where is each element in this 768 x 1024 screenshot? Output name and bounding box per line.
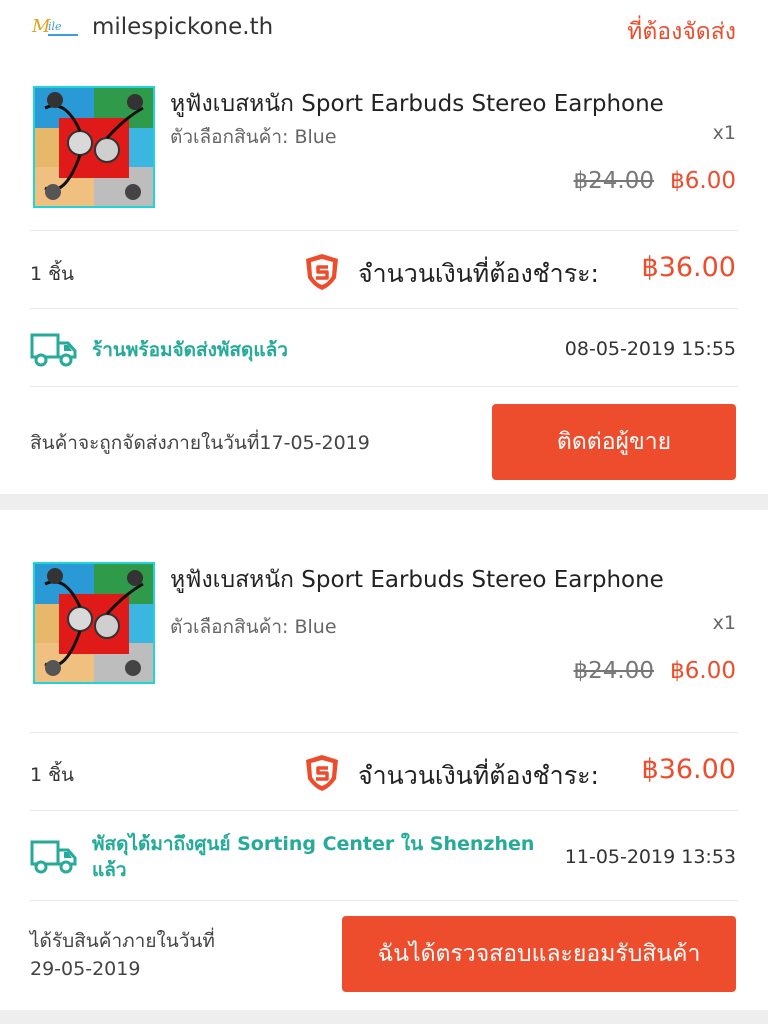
shipping-status[interactable]: ร้านพร้อมจัดส่งพัสดุแล้ว xyxy=(92,338,288,362)
shipping-timestamp: 11-05-2019 13:53 xyxy=(564,846,736,868)
divider xyxy=(30,308,738,309)
svg-text:ile: ile xyxy=(48,20,62,33)
total-label: จำนวนเงินที่ต้องชำระ: xyxy=(358,259,599,288)
product-image[interactable] xyxy=(33,562,155,684)
sale-price: ฿6.00 xyxy=(670,658,736,684)
divider xyxy=(30,386,738,387)
item-count: 1 ชิ้น xyxy=(30,764,75,786)
truck-icon xyxy=(30,840,77,874)
section-separator xyxy=(0,494,768,510)
product-quantity: x1 xyxy=(712,122,736,144)
product-title[interactable]: หูฟังเบสหนัก Sport Earbuds Stereo Earpho… xyxy=(170,86,664,122)
sale-price: ฿6.00 xyxy=(670,168,736,194)
divider xyxy=(30,732,738,733)
product-quantity: x1 xyxy=(712,612,736,634)
delivery-note-line2: 29-05-2019 xyxy=(30,958,141,980)
total-amount: ฿36.00 xyxy=(641,754,736,785)
shield-icon xyxy=(306,755,338,791)
divider xyxy=(30,900,738,901)
divider xyxy=(30,230,738,231)
delivery-note-line1: ได้รับสินค้าภายในวันที่ xyxy=(30,930,215,952)
earphone-product-image xyxy=(35,88,153,206)
original-price: ฿24.00 xyxy=(573,658,654,684)
order-card-1: M ile milespickone.th ที่ต้องจัดส่ง หูฟั xyxy=(0,0,768,494)
shipping-status-line2[interactable]: แล้ว xyxy=(92,858,127,882)
product-variant: ตัวเลือกสินค้า: Blue xyxy=(170,126,337,148)
product-image[interactable] xyxy=(33,86,155,208)
delivery-note: สินค้าจะถูกจัดส่งภายในวันที่17-05-2019 xyxy=(30,432,370,454)
product-variant: ตัวเลือกสินค้า: Blue xyxy=(170,616,337,638)
truck-icon xyxy=(30,333,77,367)
shield-icon xyxy=(306,254,338,290)
earphone-product-image xyxy=(35,564,153,682)
total-amount: ฿36.00 xyxy=(641,252,736,283)
contact-seller-button[interactable]: ติดต่อผู้ขาย xyxy=(492,404,736,480)
order-card-2: หูฟังเบสหนัก Sport Earbuds Stereo Earpho… xyxy=(0,510,768,1010)
shop-logo-icon: M ile xyxy=(31,16,78,37)
divider xyxy=(30,810,738,811)
original-price: ฿24.00 xyxy=(573,168,654,194)
shipping-timestamp: 08-05-2019 15:55 xyxy=(564,338,736,360)
section-separator xyxy=(0,1010,768,1024)
shop-name[interactable]: milespickone.th xyxy=(92,14,273,40)
product-title[interactable]: หูฟังเบสหนัก Sport Earbuds Stereo Earpho… xyxy=(170,562,664,598)
shipping-status-line1[interactable]: พัสดุได้มาถึงศูนย์ Sorting Center ใน She… xyxy=(92,832,534,856)
item-count: 1 ชิ้น xyxy=(30,263,75,285)
shop-header[interactable]: M ile milespickone.th ที่ต้องจัดส่ง xyxy=(30,10,738,46)
total-label: จำนวนเงินที่ต้องชำระ: xyxy=(358,761,599,790)
confirm-receipt-button[interactable]: ฉันได้ตรวจสอบและยอมรับสินค้า xyxy=(342,916,736,992)
order-status-label: ที่ต้องจัดส่ง xyxy=(627,19,736,45)
